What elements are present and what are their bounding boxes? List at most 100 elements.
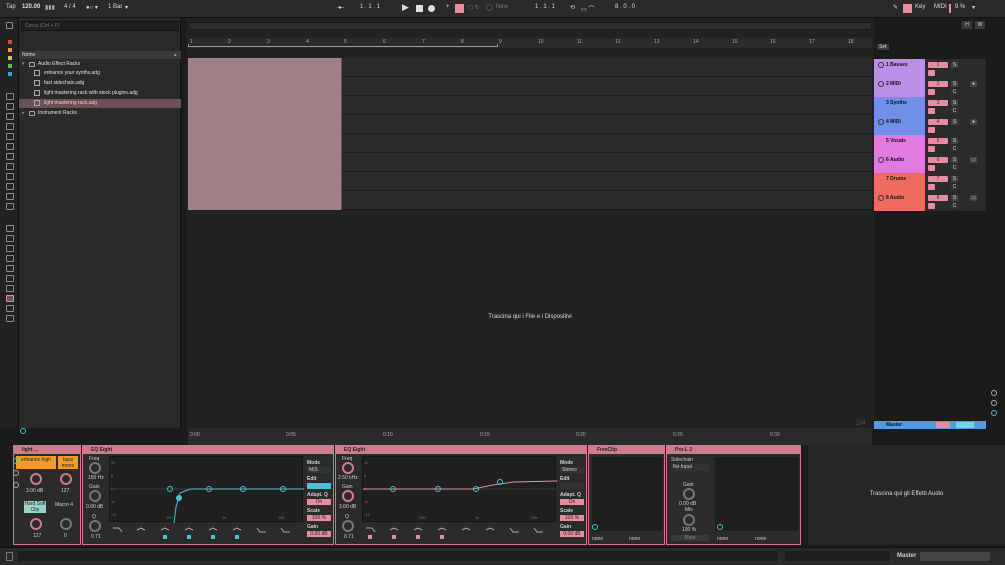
- modulators-icon[interactable]: [6, 143, 14, 150]
- macro-4-knob[interactable]: [60, 518, 72, 530]
- master-track-name[interactable]: Master: [886, 422, 902, 428]
- instruments-icon[interactable]: [6, 113, 14, 120]
- list-item-selected[interactable]: light mastering rack.adg: [19, 99, 181, 108]
- eq1-band-node[interactable]: [176, 495, 182, 501]
- rack-title[interactable]: light ...: [14, 446, 80, 454]
- fold-track-icon[interactable]: [878, 119, 884, 125]
- eq-eight-2[interactable]: EQ Eight Freq 2.50 kHz Gain 3.00 dB Q 0.…: [335, 445, 587, 545]
- session-view-button[interactable]: W: [975, 21, 985, 29]
- audio-effect-rack[interactable]: light ... enhance high bass mono 3.00 dB…: [13, 445, 81, 545]
- clip[interactable]: [188, 77, 342, 96]
- session-record-icon[interactable]: ◻ ↻: [468, 4, 480, 11]
- loop-icon[interactable]: ⟲: [570, 4, 575, 11]
- track-header[interactable]: 5 Vocals 5SC: [874, 135, 986, 154]
- key-map-icon[interactable]: [903, 4, 912, 13]
- fold-track-icon[interactable]: [878, 81, 884, 87]
- eq1-mode-select[interactable]: M/S: [307, 467, 331, 473]
- time-signature[interactable]: 4 / 4: [64, 4, 76, 10]
- eq1-output-gain-value[interactable]: 0.00 dB: [307, 531, 331, 537]
- eq2-band-node[interactable]: [435, 486, 441, 492]
- draw-mode-icon[interactable]: ✎: [893, 4, 898, 11]
- time-ruler[interactable]: 0:00 0:05 0:10 0:15 0:20 0:25 0:30: [188, 428, 872, 446]
- eq1-band-selectors[interactable]: [109, 524, 303, 542]
- metronome-icon[interactable]: ●○ ▾: [86, 4, 98, 11]
- list-item[interactable]: ▸ Instrument Racks: [19, 109, 181, 118]
- grooves-icon[interactable]: [6, 183, 14, 190]
- macro-2-knob[interactable]: [60, 473, 72, 485]
- clip[interactable]: [188, 172, 342, 191]
- eq2-freq-knob[interactable]: [342, 462, 354, 474]
- eq1-adapt-toggle[interactable]: On: [307, 499, 331, 505]
- eq1-gain-knob[interactable]: [89, 490, 101, 502]
- eq1-q-knob[interactable]: [89, 520, 101, 532]
- clip[interactable]: [188, 153, 342, 172]
- loop-brace[interactable]: [188, 44, 498, 47]
- push-icon[interactable]: [6, 245, 14, 252]
- track-activator[interactable]: 5: [928, 138, 948, 144]
- drums-icon[interactable]: [6, 103, 14, 110]
- macro-3-knob[interactable]: [30, 518, 42, 530]
- collapse-icon[interactable]: [6, 552, 13, 561]
- clip[interactable]: [188, 115, 342, 134]
- automation-arm-icon[interactable]: [455, 4, 464, 13]
- color-tag-green-icon[interactable]: [8, 64, 12, 68]
- clip[interactable]: [188, 191, 342, 210]
- clips-icon[interactable]: [6, 163, 14, 170]
- eq2-band-node[interactable]: [497, 479, 503, 485]
- track-header[interactable]: 6 Audio 6 S ▭ C: [874, 154, 986, 173]
- tempo-nudge-icon[interactable]: ▮▮▮: [45, 4, 55, 11]
- track-activator[interactable]: 8: [928, 195, 948, 201]
- record-icon[interactable]: [428, 5, 435, 12]
- track-lane[interactable]: [188, 172, 872, 191]
- pro-l-param-select-2[interactable]: none: [755, 536, 766, 542]
- pro-l-plugin[interactable]: Pro-L 2 Sidechain No Input Gain 0.00 dB …: [666, 445, 801, 545]
- fold-track-icon[interactable]: [878, 62, 884, 68]
- eq1-gain-value[interactable]: 0.00 dB: [86, 504, 103, 510]
- clip[interactable]: [188, 58, 342, 77]
- sort-icon[interactable]: ▴: [174, 52, 177, 58]
- eq2-q-knob[interactable]: [342, 520, 354, 532]
- drop-zone-label[interactable]: Trascina qui i File e i Dispositivi: [186, 314, 874, 320]
- eq1-graph[interactable]: 12 6 0 -6 -12 100 1k 10k: [109, 456, 304, 523]
- freeclip-title[interactable]: FreeClip: [589, 446, 664, 454]
- folder-icon[interactable]: [6, 305, 14, 312]
- list-item[interactable]: ▾ Audio Effect Racks: [19, 60, 181, 69]
- arrangement-view-button[interactable]: H: [962, 21, 972, 29]
- tempo-field[interactable]: 120.00: [22, 4, 40, 10]
- color-tag-red-icon[interactable]: [8, 40, 12, 44]
- add-folder-icon[interactable]: [6, 315, 14, 322]
- zoom-icon[interactable]: [991, 390, 997, 396]
- track-name[interactable]: 7 Drums: [886, 176, 906, 182]
- track-header[interactable]: 8 Audio 8 S ▭ C: [874, 192, 986, 211]
- track-lane[interactable]: [188, 115, 872, 134]
- eq1-edit-toggle[interactable]: [307, 483, 331, 489]
- capture-icon[interactable]: ◯: [486, 4, 493, 11]
- eq2-gain-knob[interactable]: [342, 490, 354, 502]
- eq2-output-gain-value[interactable]: 0.00 dB: [560, 531, 584, 537]
- track-activator[interactable]: 2: [928, 81, 948, 87]
- song-position[interactable]: 1 . 1 . 1: [360, 4, 380, 10]
- track-name[interactable]: 1 Basses: [886, 62, 908, 68]
- macro-1-label[interactable]: enhance high: [16, 456, 56, 469]
- track-lane[interactable]: [188, 191, 872, 210]
- eq2-mode-select[interactable]: Stereo: [560, 467, 584, 473]
- track-lane[interactable]: [188, 58, 872, 77]
- plugins-icon[interactable]: [6, 153, 14, 160]
- user-library-icon[interactable]: [6, 255, 14, 262]
- eq-eight-1[interactable]: EQ Eight Freq 150 Hz Gain 0.00 dB Q 0.71…: [82, 445, 334, 545]
- show-macros-icon[interactable]: [13, 458, 19, 464]
- track-header[interactable]: 2 MIDI 2 S ● C: [874, 78, 986, 97]
- track-activator[interactable]: 7: [928, 176, 948, 182]
- eq2-band-node[interactable]: [473, 486, 479, 492]
- eq2-graph[interactable]: 12 6 0 -6 -12 100 1k 10k: [362, 456, 557, 522]
- eq2-edit-toggle[interactable]: [560, 483, 584, 489]
- track-lane[interactable]: [188, 134, 872, 153]
- key-map-button[interactable]: Key: [915, 4, 925, 10]
- eq2-freq-value[interactable]: 2.50 kHz: [338, 475, 358, 481]
- eq2-q-value[interactable]: 0.71: [344, 534, 354, 540]
- pro-l-mix-knob[interactable]: [683, 514, 695, 526]
- track-name[interactable]: 8 Audio: [886, 195, 904, 201]
- master-track-header[interactable]: Master: [874, 421, 986, 429]
- eq1-band-node[interactable]: [240, 486, 246, 492]
- midi-effects-icon[interactable]: [6, 133, 14, 140]
